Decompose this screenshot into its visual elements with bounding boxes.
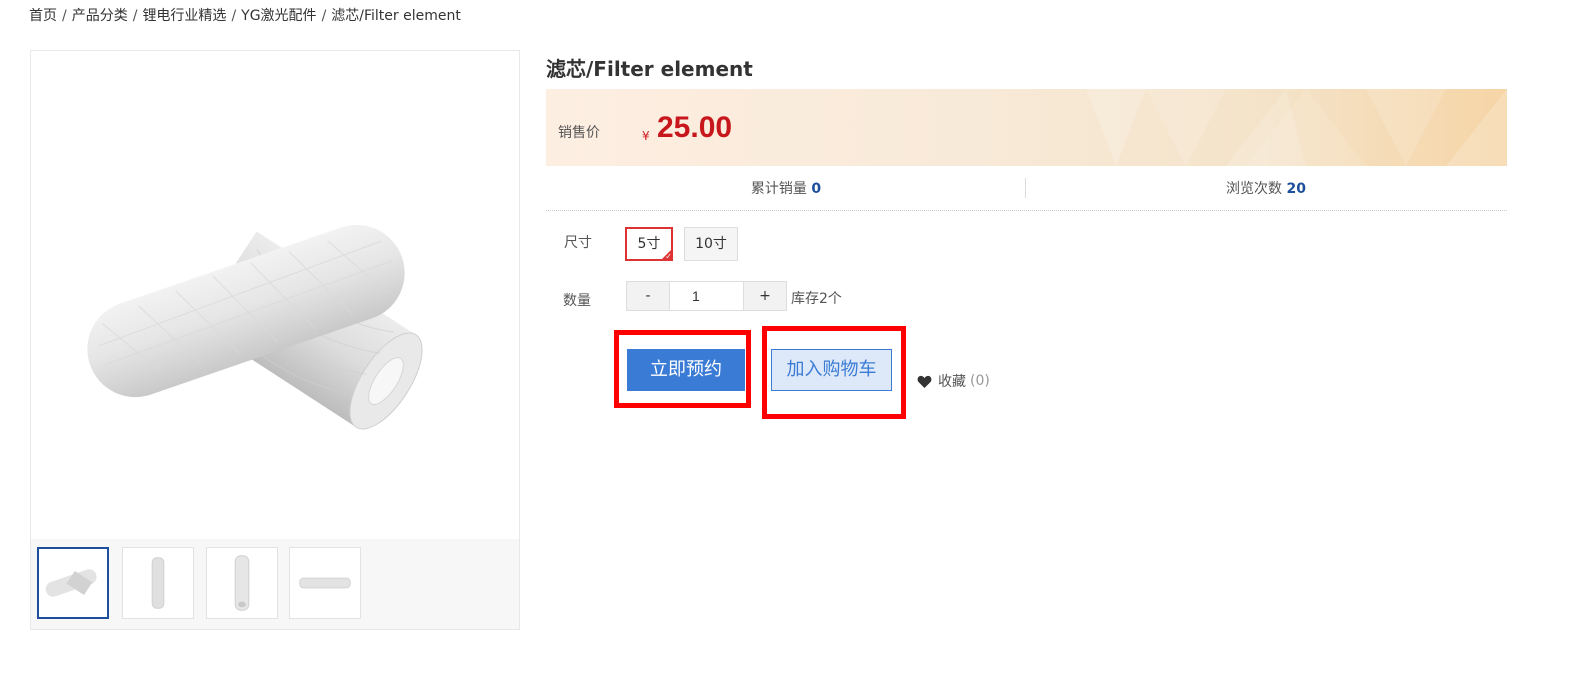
quantity-decrease-button[interactable]: -: [626, 281, 670, 311]
breadcrumb-categories[interactable]: 产品分类: [72, 8, 128, 24]
price-label: 销售价: [558, 125, 600, 141]
sales-stat: 累计销量 0: [546, 178, 1026, 198]
spec-option-label: 10寸: [695, 236, 727, 252]
heart-icon: [917, 375, 932, 388]
favorite-label: 收藏: [938, 374, 966, 390]
currency-symbol: ¥: [642, 129, 650, 143]
reserve-button[interactable]: 立即预约: [627, 349, 745, 391]
spec-label: 尺寸: [564, 235, 592, 251]
sales-value: 0: [811, 181, 822, 197]
spec-option-5[interactable]: 5寸 ✓: [625, 227, 673, 261]
main-product-image[interactable]: [31, 51, 521, 541]
thumbnail-4[interactable]: [289, 547, 361, 619]
product-title: 滤芯/Filter element: [546, 57, 753, 81]
thumbnail-2[interactable]: [122, 547, 194, 619]
spec-option-10[interactable]: 10寸: [684, 227, 738, 261]
price-panel: 销售价 ¥ 25.00: [546, 89, 1507, 166]
views-label: 浏览次数: [1226, 181, 1283, 197]
breadcrumb-separator: /: [231, 8, 237, 24]
quantity-input[interactable]: [670, 281, 744, 311]
breadcrumb-separator: /: [62, 8, 67, 24]
thumbnail-3[interactable]: [206, 547, 278, 619]
sales-label: 累计销量: [750, 181, 807, 197]
thumbnail-strip: [31, 539, 519, 629]
add-to-cart-button[interactable]: 加入购物车: [771, 349, 892, 391]
breadcrumb-home[interactable]: 首页: [29, 8, 57, 24]
breadcrumb-current: 滤芯/Filter element: [331, 8, 461, 24]
views-value: 20: [1286, 181, 1306, 197]
breadcrumb-laser-parts[interactable]: YG激光配件: [241, 8, 316, 24]
favorite-count: (0): [970, 373, 990, 389]
breadcrumb-separator: /: [321, 8, 327, 24]
thumbnail-1[interactable]: [37, 547, 109, 619]
check-icon: ✓: [660, 248, 673, 261]
breadcrumb-separator: /: [132, 8, 138, 24]
price-value: 25.00: [657, 111, 733, 144]
quantity-label: 数量: [563, 293, 591, 309]
stock-text: 库存2个: [791, 291, 842, 307]
spec-option-label: 5寸: [637, 236, 661, 252]
product-gallery: [30, 50, 520, 630]
views-stat: 浏览次数 20: [1026, 178, 1506, 198]
breadcrumb: 首页 / 产品分类 / 锂电行业精选 / YG激光配件 / 滤芯/Filter element: [29, 5, 461, 25]
quantity-increase-button[interactable]: +: [743, 281, 787, 311]
product-stats: 累计销量 0 浏览次数 20: [546, 176, 1507, 211]
favorite-button[interactable]: 收藏 (0): [917, 371, 990, 391]
breadcrumb-lithium[interactable]: 锂电行业精选: [142, 8, 226, 24]
